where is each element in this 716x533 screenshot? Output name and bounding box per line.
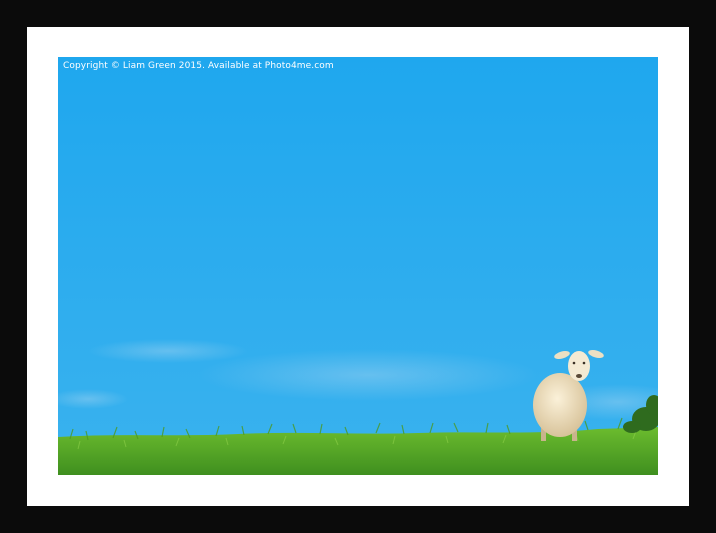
photo bbox=[58, 57, 658, 475]
cloud bbox=[88, 339, 248, 363]
cloud bbox=[198, 349, 538, 401]
copyright-text: Copyright © Liam Green 2015. Available a… bbox=[63, 61, 334, 71]
landscape-image bbox=[58, 57, 658, 475]
